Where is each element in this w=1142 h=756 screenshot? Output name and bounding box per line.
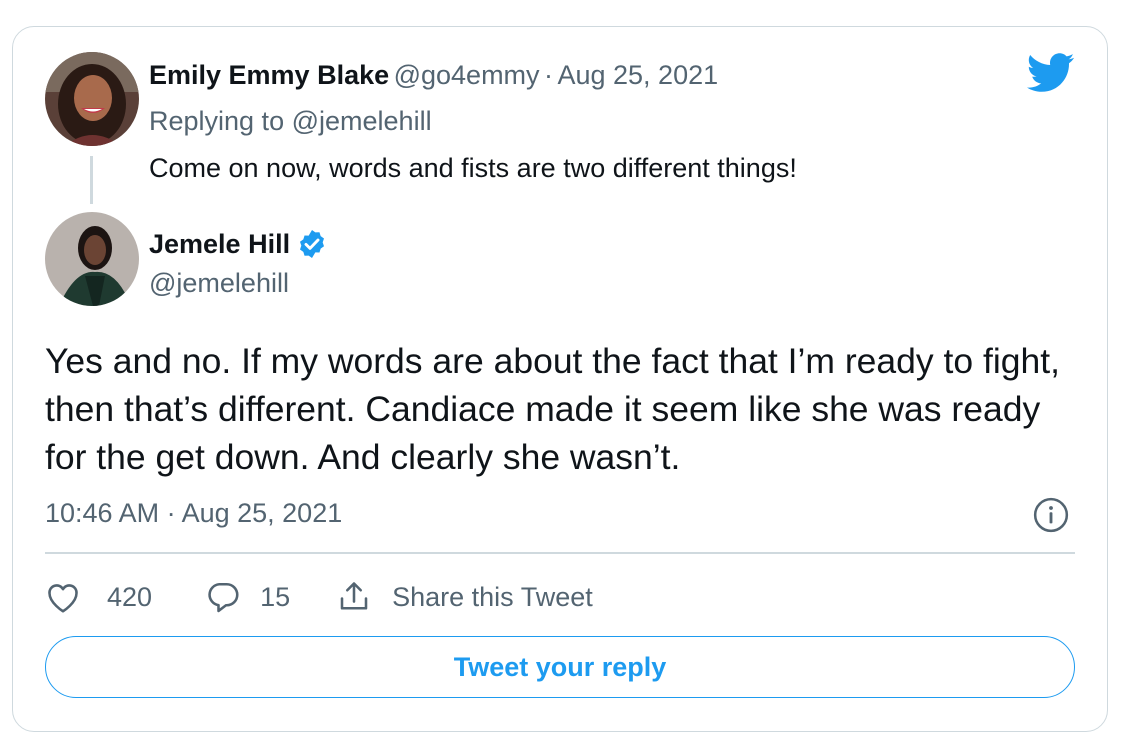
reply-action-button[interactable]: 15 — [204, 579, 290, 615]
avatar-jemele[interactable] — [45, 212, 139, 306]
reply-text: Come on now, words and fists are two dif… — [149, 153, 797, 183]
like-count: 420 — [107, 581, 153, 612]
reply-bubble-icon — [208, 582, 239, 613]
reply-author-name[interactable]: Emily Emmy Blake — [149, 60, 389, 90]
info-icon[interactable] — [1032, 496, 1070, 534]
twitter-logo-icon[interactable] — [1027, 52, 1075, 94]
reply-date[interactable]: Aug 25, 2021 — [557, 60, 718, 90]
tweet-timestamp[interactable]: 10:46 AM · Aug 25, 2021 — [45, 498, 342, 529]
reply-author-handle[interactable]: @go4emmy — [394, 60, 540, 90]
replying-to-label: Replying to — [149, 106, 285, 136]
tweet-text: Yes and no. If my words are about the fa… — [45, 341, 1060, 477]
share-button[interactable]: Share this Tweet — [336, 579, 593, 615]
tweet-author-handle[interactable]: @jemelehill — [149, 268, 289, 299]
like-button[interactable]: 420 — [45, 580, 152, 614]
tweet-author-name[interactable]: Jemele Hill — [149, 229, 290, 260]
heart-icon — [48, 584, 78, 613]
divider — [45, 552, 1075, 554]
tweet-actions: 420 15 Share this Tweet — [45, 578, 593, 616]
tweet-your-reply-button[interactable]: Tweet your reply — [45, 636, 1075, 698]
tweet-author: Jemele Hill — [149, 228, 328, 260]
avatar-emily[interactable] — [45, 52, 139, 146]
thread-connector-line — [90, 156, 93, 204]
reply-header: Emily Emmy Blake @go4emmy · Aug 25, 2021 — [149, 60, 718, 91]
reply-count: 15 — [260, 581, 291, 612]
share-icon — [340, 582, 368, 610]
share-label: Share this Tweet — [392, 581, 593, 612]
replying-to-handle[interactable]: @jemelehill — [292, 106, 432, 136]
verified-badge-icon — [300, 230, 325, 258]
replying-to-line: Replying to @jemelehill — [149, 106, 432, 137]
reply-separator: · — [544, 60, 554, 90]
